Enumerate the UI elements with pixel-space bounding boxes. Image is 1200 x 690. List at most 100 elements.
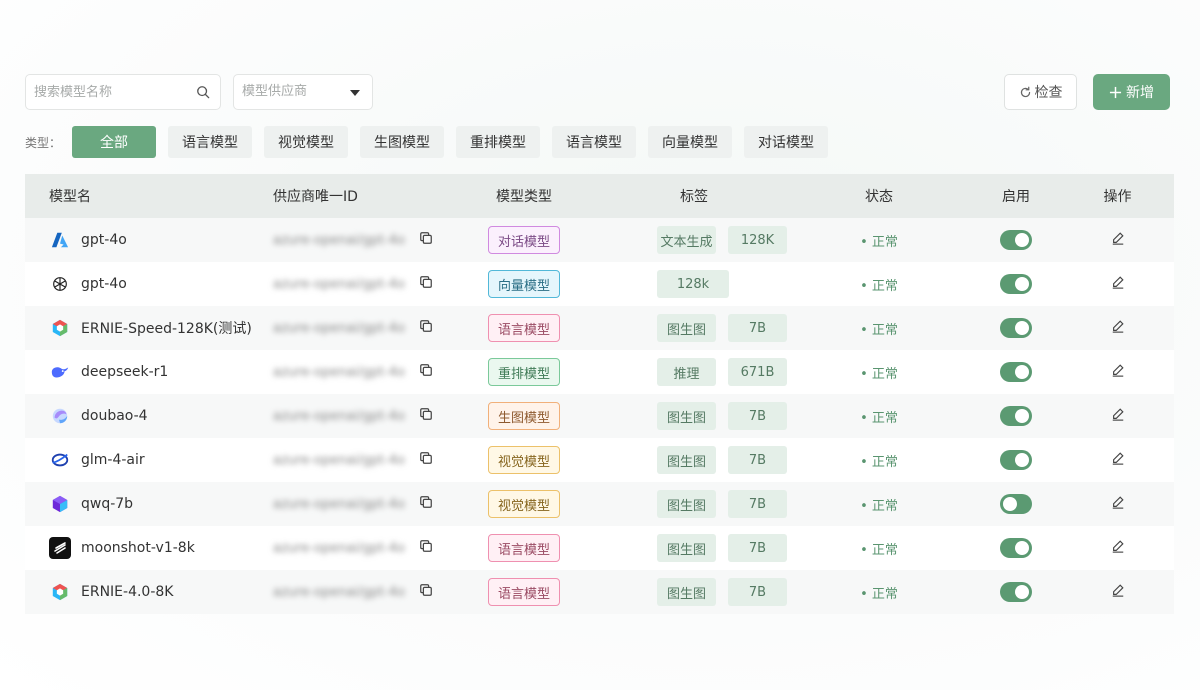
model-name-cell: glm-4-air — [25, 449, 273, 471]
enable-cell — [971, 450, 1061, 470]
provider-id: azure-openai/gpt-4o — [273, 320, 405, 336]
toolbar: 模型供应商 检查 新增 — [25, 74, 1170, 110]
status-text: • 正常 — [860, 542, 898, 558]
copy-icon[interactable] — [411, 495, 433, 513]
model-type-cell: 语言模型 — [447, 314, 601, 342]
provider-id-cell: azure-openai/gpt-4o — [273, 451, 447, 469]
provider-id: azure-openai/gpt-4o — [273, 584, 405, 600]
filter-chip-language-2[interactable]: 语言模型 — [552, 126, 637, 158]
type-filter-label: 类型： — [25, 135, 62, 150]
edit-icon[interactable] — [1111, 583, 1125, 601]
tags-cell: 图生图 7B — [601, 402, 787, 430]
header-tags: 标签 — [680, 189, 708, 205]
copy-icon[interactable] — [411, 363, 433, 381]
enable-cell — [971, 362, 1061, 382]
table-row: moonshot-v1-8k azure-openai/gpt-4o 语言模型 … — [25, 526, 1174, 570]
model-tag: 图生图 — [657, 314, 716, 342]
provider-id: azure-openai/gpt-4o — [273, 276, 405, 292]
filter-chip-rerank[interactable]: 重排模型 — [456, 126, 541, 158]
copy-icon[interactable] — [411, 407, 433, 425]
search-box[interactable] — [25, 74, 221, 110]
type-filter-bar: 类型： 全部 语言模型 视觉模型 生图模型 重排模型 语言模型 向量模型 对话模… — [25, 126, 840, 158]
copy-icon[interactable] — [411, 275, 433, 293]
enable-toggle[interactable] — [1000, 406, 1032, 426]
enable-toggle[interactable] — [1000, 362, 1032, 382]
edit-icon[interactable] — [1111, 539, 1125, 557]
model-type-badge: 生图模型 — [488, 402, 560, 430]
edit-icon[interactable] — [1111, 319, 1125, 337]
model-name-cell: ERNIE-Speed-128K(测试) — [25, 317, 273, 339]
filter-chip-image-gen[interactable]: 生图模型 — [360, 126, 445, 158]
provider-select[interactable]: 模型供应商 — [233, 74, 373, 110]
check-button[interactable]: 检查 — [1004, 74, 1077, 110]
filter-chip-all[interactable]: 全部 — [72, 126, 157, 158]
enable-toggle[interactable] — [1000, 450, 1032, 470]
tags-cell: 128k — [601, 270, 787, 298]
add-button[interactable]: 新增 — [1093, 74, 1170, 110]
edit-icon[interactable] — [1111, 407, 1125, 425]
tags-cell: 图生图 7B — [601, 578, 787, 606]
ernie-icon — [49, 581, 71, 603]
status-text: • 正常 — [860, 454, 898, 470]
enable-toggle[interactable] — [1000, 274, 1032, 294]
model-tag: 671B — [728, 358, 787, 386]
search-input[interactable] — [26, 75, 186, 109]
enable-toggle[interactable] — [1000, 230, 1032, 250]
provider-id: azure-openai/gpt-4o — [273, 364, 405, 380]
provider-id: azure-openai/gpt-4o — [273, 232, 405, 248]
provider-id-cell: azure-openai/gpt-4o — [273, 231, 447, 249]
provider-id-cell: azure-openai/gpt-4o — [273, 539, 447, 557]
edit-icon[interactable] — [1111, 451, 1125, 469]
model-type-cell: 视觉模型 — [447, 490, 601, 518]
model-tag: 图生图 — [657, 534, 716, 562]
filter-chip-vision[interactable]: 视觉模型 — [264, 126, 349, 158]
provider-id-cell: azure-openai/gpt-4o — [273, 407, 447, 425]
model-name: gpt-4o — [81, 232, 127, 248]
enable-toggle[interactable] — [1000, 538, 1032, 558]
filter-chip-vector[interactable]: 向量模型 — [648, 126, 733, 158]
model-name: glm-4-air — [81, 452, 145, 468]
enable-toggle[interactable] — [1000, 582, 1032, 602]
edit-icon[interactable] — [1111, 275, 1125, 293]
tags-cell: 图生图 7B — [601, 446, 787, 474]
model-type-badge: 语言模型 — [488, 314, 560, 342]
edit-icon[interactable] — [1111, 495, 1125, 513]
copy-icon[interactable] — [411, 451, 433, 469]
model-tag: 128k — [657, 270, 729, 298]
edit-icon[interactable] — [1111, 231, 1125, 249]
model-type-badge: 视觉模型 — [488, 446, 560, 474]
model-type-cell: 语言模型 — [447, 578, 601, 606]
table-row: glm-4-air azure-openai/gpt-4o 视觉模型 图生图 7B… — [25, 438, 1174, 482]
copy-icon[interactable] — [411, 583, 433, 601]
status-text: • 正常 — [860, 498, 898, 514]
model-tag: 7B — [728, 578, 787, 606]
op-cell — [1061, 231, 1174, 249]
model-name-cell: ERNIE-4.0-8K — [25, 581, 273, 603]
tags-cell: 文本生成 128K — [601, 226, 787, 254]
models-table: 模型名 供应商唯一ID 模型类型 标签 状态 启用 操作 gpt-4o azur… — [25, 174, 1174, 614]
model-name-cell: deepseek-r1 — [25, 361, 273, 383]
filter-chip-language[interactable]: 语言模型 — [168, 126, 253, 158]
edit-icon[interactable] — [1111, 363, 1125, 381]
model-tag: 7B — [728, 490, 787, 518]
model-name: doubao-4 — [81, 408, 148, 424]
model-name-cell: moonshot-v1-8k — [25, 537, 273, 559]
model-name-cell: gpt-4o — [25, 273, 273, 295]
copy-icon[interactable] — [411, 539, 433, 557]
search-icon[interactable] — [196, 85, 210, 99]
provider-id-cell: azure-openai/gpt-4o — [273, 275, 447, 293]
model-type-badge: 对话模型 — [488, 226, 560, 254]
model-type-cell: 向量模型 — [447, 270, 601, 298]
provider-id-cell: azure-openai/gpt-4o — [273, 363, 447, 381]
enable-toggle[interactable] — [1000, 318, 1032, 338]
plus-icon — [1109, 86, 1122, 98]
enable-toggle[interactable] — [1000, 494, 1032, 514]
copy-icon[interactable] — [411, 231, 433, 249]
model-name: ERNIE-Speed-128K(测试) — [81, 321, 252, 337]
model-type-cell: 视觉模型 — [447, 446, 601, 474]
model-name-cell: gpt-4o — [25, 229, 273, 251]
model-type-badge: 向量模型 — [488, 270, 560, 298]
copy-icon[interactable] — [411, 319, 433, 337]
filter-chip-dialog[interactable]: 对话模型 — [744, 126, 829, 158]
status-text: • 正常 — [860, 586, 898, 602]
